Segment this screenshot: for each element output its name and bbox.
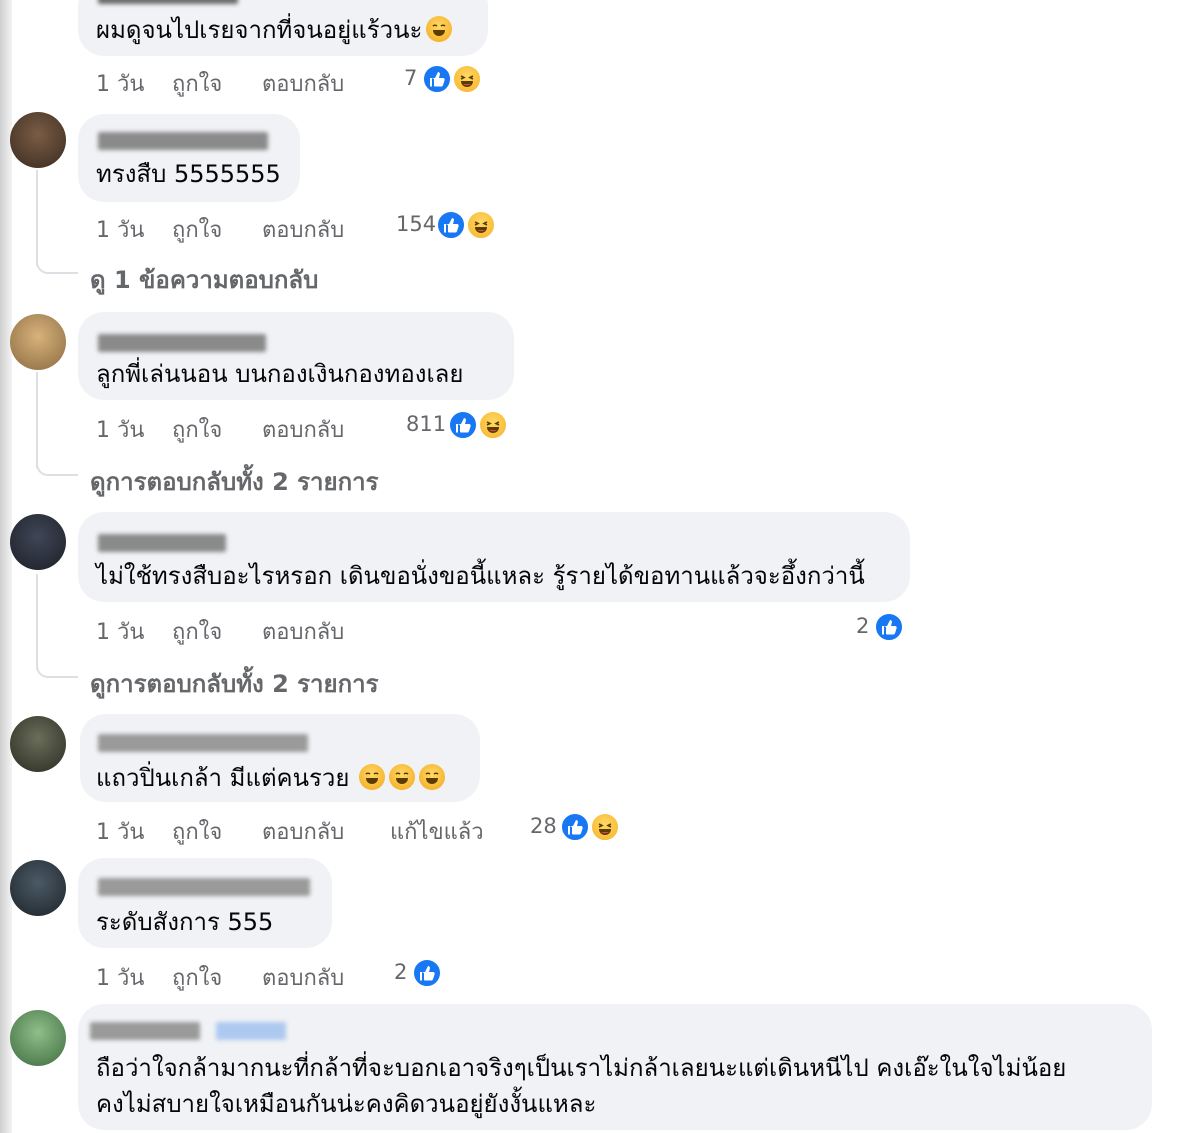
- reaction-count: 2: [856, 614, 870, 638]
- like-button[interactable]: ถูกใจ: [172, 412, 222, 447]
- reaction-count: 2: [394, 960, 408, 984]
- haha-icon: [478, 410, 508, 440]
- comment-time[interactable]: 1 วัน: [96, 66, 144, 101]
- comment-text-line2: คงไม่สบายใจเหมือนกันน่ะคงคิดวนอยู่ยังงั้…: [96, 1090, 597, 1118]
- reaction-summary[interactable]: 28: [530, 814, 557, 838]
- avatar[interactable]: [10, 514, 66, 570]
- like-icon: [448, 410, 478, 440]
- reaction-summary[interactable]: 2: [394, 960, 407, 984]
- avatar[interactable]: [10, 860, 66, 916]
- comment-time[interactable]: 1 วัน: [96, 814, 144, 849]
- reaction-summary[interactable]: 154: [396, 212, 436, 236]
- comment-text: ระดับสังการ 555: [96, 908, 274, 936]
- reaction-count: 154: [396, 212, 437, 236]
- author-name-blurred[interactable]: [98, 0, 238, 4]
- author-name-blurred[interactable]: [98, 534, 226, 552]
- reaction-summary[interactable]: 811: [406, 412, 446, 436]
- haha-icon: [466, 210, 496, 240]
- rofl-emoji-icon: [359, 764, 386, 790]
- thread-line: [36, 372, 38, 468]
- thread-line: [36, 170, 38, 266]
- like-button[interactable]: ถูกใจ: [172, 66, 222, 101]
- author-name-blurred[interactable]: [98, 334, 266, 352]
- reply-button[interactable]: ตอบกลับ: [262, 212, 344, 247]
- comment-time[interactable]: 1 วัน: [96, 412, 144, 447]
- reaction-count: 811: [406, 412, 447, 436]
- edited-label: แก้ไขแล้ว: [390, 820, 484, 845]
- author-name-blurred[interactable]: [90, 1022, 200, 1040]
- avatar[interactable]: [10, 1010, 66, 1066]
- view-replies-link[interactable]: ดูการตอบกลับทั้ง 2 รายการ: [90, 664, 378, 703]
- avatar[interactable]: [10, 716, 66, 772]
- smile-emoji-icon: [426, 16, 453, 42]
- rofl-emoji-icon: [419, 764, 446, 790]
- like-icon: [874, 612, 904, 642]
- reply-button[interactable]: ตอบกลับ: [262, 412, 344, 447]
- thread-connector: [36, 258, 78, 274]
- like-icon: [436, 210, 466, 240]
- like-button[interactable]: ถูกใจ: [172, 960, 222, 995]
- reply-button[interactable]: ตอบกลับ: [262, 614, 344, 649]
- comment-text: ลูกพี่เล่นนอน บนกองเงินกองทองเลย: [96, 360, 464, 388]
- author-name-blurred[interactable]: [98, 878, 310, 896]
- screen-edge: [0, 0, 12, 1133]
- reaction-summary[interactable]: 2: [856, 614, 869, 638]
- thread-line: [36, 574, 38, 670]
- view-replies-link[interactable]: ดูการตอบกลับทั้ง 2 รายการ: [90, 462, 378, 501]
- comment-time[interactable]: 1 วัน: [96, 960, 144, 995]
- haha-icon: [590, 812, 620, 842]
- like-button[interactable]: ถูกใจ: [172, 814, 222, 849]
- reaction-count: 7: [404, 66, 418, 90]
- comment-text-line1: ถือว่าใจกล้ามากนะที่กล้าที่จะบอกเอาจริงๆ…: [96, 1054, 1067, 1082]
- comment-time[interactable]: 1 วัน: [96, 212, 144, 247]
- comment-text: ผมดูจนไปเรยจากที่จนอยู่แร้วนะ: [96, 12, 453, 48]
- rofl-emoji-icon: [389, 764, 416, 790]
- like-icon: [422, 64, 452, 94]
- author-name-blurred[interactable]: [98, 132, 268, 150]
- author-badge-blurred: [216, 1022, 286, 1040]
- like-button[interactable]: ถูกใจ: [172, 212, 222, 247]
- reply-button[interactable]: ตอบกลับ: [262, 66, 344, 101]
- haha-icon: [452, 64, 482, 94]
- comment-text: ทรงสืบ 5555555: [96, 160, 281, 188]
- thread-connector: [36, 662, 78, 678]
- like-icon: [560, 812, 590, 842]
- avatar[interactable]: [10, 112, 66, 168]
- reply-button[interactable]: ตอบกลับ: [262, 814, 344, 849]
- view-replies-link[interactable]: ดู 1 ข้อความตอบกลับ: [90, 260, 318, 299]
- like-icon: [412, 958, 442, 988]
- comment-time[interactable]: 1 วัน: [96, 614, 144, 649]
- reaction-summary[interactable]: 7: [404, 66, 417, 90]
- author-name-blurred[interactable]: [98, 734, 308, 752]
- comment-text: ไม่ใช้ทรงสืบอะไรหรอก เดินขอนั่งขอนี้แหละ…: [96, 562, 865, 590]
- avatar[interactable]: [10, 314, 66, 370]
- reaction-count: 28: [530, 814, 557, 838]
- thread-connector: [36, 460, 78, 476]
- comment-text: แถวปิ่นเกล้า มีแต่คนรวย: [96, 760, 446, 796]
- like-button[interactable]: ถูกใจ: [172, 614, 222, 649]
- reply-button[interactable]: ตอบกลับ: [262, 960, 344, 995]
